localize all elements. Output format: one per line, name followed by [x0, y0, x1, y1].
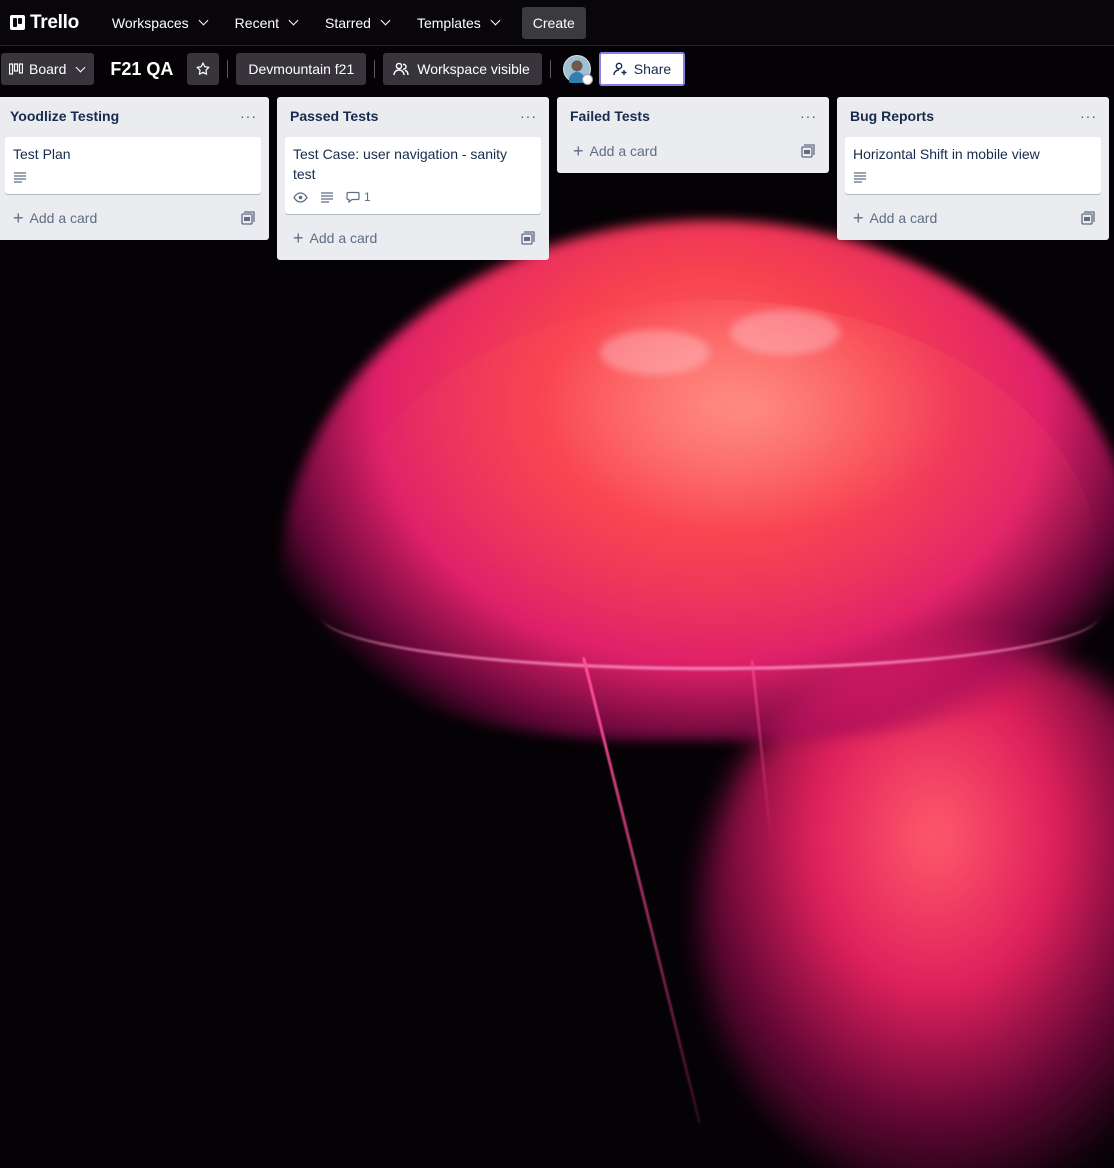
add-card-button[interactable]: + Add a card — [5, 202, 261, 234]
share-button[interactable]: Share — [598, 52, 686, 86]
plus-icon: + — [853, 208, 864, 228]
create-from-template-icon[interactable] — [521, 231, 535, 245]
add-card-button[interactable]: + Add a card — [565, 135, 821, 167]
star-board-button[interactable] — [187, 53, 220, 85]
comment-count: 1 — [364, 190, 371, 204]
create-from-template-icon[interactable] — [1081, 211, 1095, 225]
board-view-label: Board — [29, 61, 67, 77]
card-horizontal-shift[interactable]: Horizontal Shift in mobile view — [845, 137, 1101, 194]
list-failed-tests: Failed Tests ··· + Add a card — [557, 97, 829, 173]
description-icon — [853, 171, 867, 183]
nav-templates-dropdown[interactable]: Templates — [406, 7, 510, 39]
divider — [374, 60, 376, 78]
description-icon — [320, 191, 334, 203]
chevron-down-icon — [75, 62, 86, 72]
workspace-button[interactable]: Devmountain f21 — [236, 53, 367, 85]
admin-badge-icon — [581, 74, 593, 85]
star-icon — [196, 62, 210, 75]
create-from-template-icon[interactable] — [241, 211, 255, 225]
list-menu-icon[interactable]: ··· — [240, 106, 257, 126]
chevron-down-icon — [198, 15, 209, 26]
card-title: Test Case: user navigation - sanity test — [293, 146, 507, 182]
list-header: Failed Tests ··· — [557, 97, 829, 135]
add-card-label: Add a card — [309, 230, 378, 246]
add-card-button[interactable]: + Add a card — [285, 222, 541, 254]
nav-starred-label: Starred — [325, 14, 371, 31]
card-test-plan[interactable]: Test Plan — [5, 137, 261, 194]
list-header: Bug Reports ··· — [837, 97, 1109, 135]
plus-icon: + — [13, 208, 24, 228]
divider — [549, 60, 551, 78]
member-avatar[interactable] — [562, 55, 593, 85]
visibility-label: Workspace visible — [417, 61, 530, 77]
visibility-button[interactable]: Workspace visible — [383, 53, 542, 85]
nav-recent-dropdown[interactable]: Recent — [224, 7, 308, 39]
card-badges: 1 — [293, 186, 533, 208]
card-test-case-user-navigation[interactable]: Test Case: user navigation - sanity test… — [285, 137, 541, 214]
divider — [227, 60, 229, 78]
list-title[interactable]: Failed Tests — [570, 108, 650, 124]
list-menu-icon[interactable]: ··· — [520, 106, 537, 126]
plus-icon: + — [573, 141, 584, 161]
chevron-down-icon — [288, 15, 299, 26]
list-title[interactable]: Passed Tests — [290, 108, 378, 124]
add-card-label: Add a card — [869, 210, 938, 226]
trello-logo[interactable]: Trello — [10, 12, 79, 34]
card-title: Horizontal Shift in mobile view — [853, 146, 1040, 162]
add-card-button[interactable]: + Add a card — [845, 202, 1101, 234]
list-title[interactable]: Bug Reports — [850, 108, 934, 124]
share-label: Share — [633, 61, 672, 77]
plus-icon: + — [293, 228, 304, 248]
nav-starred-dropdown[interactable]: Starred — [314, 7, 400, 39]
board-title[interactable]: F21 QA — [94, 59, 187, 80]
description-icon — [13, 171, 27, 183]
board-view-switcher[interactable]: Board — [1, 53, 95, 85]
logo-text: Trello — [30, 11, 79, 33]
create-from-template-icon[interactable] — [801, 144, 815, 158]
chevron-down-icon — [380, 15, 391, 26]
list-title[interactable]: Yoodlize Testing — [10, 108, 119, 124]
list-header: Passed Tests ··· — [277, 97, 549, 135]
card-badges — [13, 166, 253, 188]
eye-icon — [293, 191, 308, 203]
trello-logo-icon — [10, 15, 25, 30]
top-nav-bar: Trello Workspaces Recent Starred Templat… — [0, 0, 1114, 46]
people-icon — [393, 62, 409, 76]
nav-recent-label: Recent — [234, 14, 280, 31]
list-header: Yoodlize Testing ··· — [0, 97, 269, 135]
card-badges — [853, 166, 1093, 188]
add-person-icon — [613, 62, 627, 76]
chevron-down-icon — [490, 15, 501, 26]
comment-icon: 1 — [346, 190, 371, 204]
card-title: Test Plan — [13, 146, 71, 162]
nav-templates-label: Templates — [416, 14, 481, 31]
add-card-label: Add a card — [29, 210, 98, 226]
list-yoodlize-testing: Yoodlize Testing ··· Test Plan + Add a ca… — [0, 97, 269, 240]
add-card-label: Add a card — [589, 143, 658, 159]
board-header: Board F21 QA Devmountain f21 Workspace v… — [0, 52, 1114, 86]
nav-workspaces-dropdown[interactable]: Workspaces — [101, 7, 218, 39]
create-button[interactable]: Create — [521, 6, 586, 39]
board-icon — [9, 63, 23, 75]
list-menu-icon[interactable]: ··· — [800, 106, 817, 126]
list-bug-reports: Bug Reports ··· Horizontal Shift in mobi… — [837, 97, 1109, 240]
list-menu-icon[interactable]: ··· — [1080, 106, 1097, 126]
nav-workspaces-label: Workspaces — [111, 14, 189, 31]
list-passed-tests: Passed Tests ··· Test Case: user navigat… — [277, 97, 549, 260]
